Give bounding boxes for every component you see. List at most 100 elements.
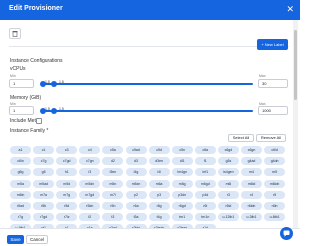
- include-metal-checkbox[interactable]: [36, 118, 42, 124]
- vcpu-min-input[interactable]: 1: [9, 79, 34, 88]
- instance-family-chip[interactable]: g3s: [217, 157, 239, 166]
- instance-family-chip[interactable]: h1: [56, 168, 78, 177]
- cancel-button[interactable]: Cancel: [26, 235, 48, 244]
- instance-family-chip[interactable]: r6in: [264, 202, 286, 210]
- vcpu-slider-track[interactable]: [40, 81, 253, 87]
- instance-family-chip[interactable]: m6idn: [264, 179, 286, 188]
- instance-family-chip[interactable]: r6id: [217, 202, 239, 210]
- instance-family-chip[interactable]: t2: [79, 213, 101, 222]
- instance-family-chip[interactable]: t3a: [125, 213, 147, 222]
- memory-slider-max-knob[interactable]: [51, 108, 57, 114]
- instance-family-chip[interactable]: p3dn: [171, 190, 193, 199]
- instance-family-chip[interactable]: c5n: [171, 146, 193, 154]
- instance-family-chip[interactable]: r5d: [56, 202, 78, 210]
- instance-family-chip[interactable]: m6g: [171, 179, 193, 188]
- instance-family-chip[interactable]: c7gd: [56, 157, 78, 166]
- instance-family-chip[interactable]: p3: [148, 190, 170, 199]
- instance-family-chip[interactable]: c6gn: [241, 146, 262, 154]
- instance-family-chip[interactable]: r6a: [125, 202, 147, 210]
- save-button[interactable]: Save: [7, 235, 24, 244]
- instance-family-chip[interactable]: i3en: [102, 168, 124, 177]
- instance-family-chip[interactable]: r5n: [102, 202, 124, 210]
- instance-family-chip[interactable]: u-3tb1: [241, 213, 262, 222]
- instance-family-chip[interactable]: c6in: [10, 157, 31, 166]
- instance-family-chip[interactable]: g4ad: [241, 157, 262, 166]
- instance-family-chip[interactable]: p2: [125, 190, 147, 199]
- instance-family-chip[interactable]: f1: [194, 157, 216, 166]
- instance-family-chip[interactable]: r3: [217, 190, 239, 199]
- instance-family-chip[interactable]: m7a: [33, 190, 55, 199]
- instance-family-chip[interactable]: m6in: [10, 190, 31, 199]
- instance-family-chip[interactable]: m6i: [217, 179, 239, 188]
- instance-family-chip[interactable]: a1: [10, 146, 31, 154]
- instance-family-chip[interactable]: r5dn: [79, 202, 101, 210]
- delete-button[interactable]: [9, 28, 21, 39]
- instance-family-chip[interactable]: g5: [33, 168, 55, 177]
- instance-family-chip[interactable]: i4i: [148, 168, 170, 177]
- instance-family-chip[interactable]: m5ad: [33, 179, 55, 188]
- instance-family-chip[interactable]: r6gd: [171, 202, 193, 210]
- scrollbar-thumb[interactable]: [294, 30, 297, 100]
- instance-family-chip[interactable]: m4: [241, 168, 262, 177]
- instance-family-chip[interactable]: trn1: [171, 213, 193, 222]
- memory-max-input[interactable]: 1000: [258, 106, 288, 115]
- instance-family-chip[interactable]: m7g: [56, 190, 78, 199]
- instance-family-chip[interactable]: r6i: [194, 202, 216, 210]
- instance-family-chip[interactable]: c5a: [102, 146, 124, 154]
- remove-all-button[interactable]: Remove All: [256, 134, 286, 142]
- select-all-button[interactable]: Select All: [228, 134, 254, 142]
- instance-family-chip[interactable]: m5n: [102, 179, 124, 188]
- instance-family-chip[interactable]: c1: [33, 146, 55, 154]
- instance-family-chip[interactable]: dl1: [171, 157, 193, 166]
- instance-family-chip[interactable]: r5ad: [10, 202, 31, 210]
- chat-button[interactable]: [280, 227, 293, 240]
- instance-family-chip[interactable]: m6id: [241, 179, 262, 188]
- instance-family-chip[interactable]: m7i: [102, 190, 124, 199]
- instance-family-chip[interactable]: r7gd: [33, 213, 55, 222]
- memory-min-input[interactable]: 1: [9, 106, 34, 115]
- instance-family-chip[interactable]: i4g: [125, 168, 147, 177]
- instance-family-chip[interactable]: r4: [241, 190, 262, 199]
- instance-family-chip[interactable]: c6gd: [217, 146, 239, 154]
- instance-family-chip[interactable]: g4dn: [264, 157, 286, 166]
- instance-family-chip[interactable]: d3: [125, 157, 147, 166]
- instance-family-chip[interactable]: m6a: [148, 179, 170, 188]
- instance-family-chip[interactable]: inf1: [194, 168, 216, 177]
- instance-family-chip[interactable]: m5zn: [125, 179, 147, 188]
- instance-family-chip[interactable]: r5b: [33, 202, 55, 210]
- instance-family-chip[interactable]: r6g: [148, 202, 170, 210]
- instance-family-chip[interactable]: c5d: [148, 146, 170, 154]
- instance-family-chip[interactable]: c4: [79, 146, 101, 154]
- instance-family-chip[interactable]: g5g: [10, 168, 31, 177]
- instance-family-chip[interactable]: m5d: [56, 179, 78, 188]
- instance-family-chip[interactable]: r7g: [10, 213, 31, 222]
- vcpu-max-input[interactable]: 30: [258, 79, 288, 88]
- instance-family-chip[interactable]: r7iz: [56, 213, 78, 222]
- memory-slider-track[interactable]: [40, 108, 253, 114]
- scrollbar[interactable]: [293, 20, 298, 228]
- instance-family-chip[interactable]: p4d: [194, 190, 216, 199]
- instance-family-chip[interactable]: t3: [102, 213, 124, 222]
- instance-family-chip[interactable]: d2: [102, 157, 124, 166]
- instance-family-chip[interactable]: m5dn: [79, 179, 101, 188]
- instance-family-chip[interactable]: c6id: [264, 146, 286, 154]
- instance-family-chip[interactable]: c7g: [33, 157, 55, 166]
- instance-family-chip[interactable]: c7gn: [79, 157, 101, 166]
- instance-family-chip[interactable]: trn1n: [194, 213, 216, 222]
- instance-family-chip[interactable]: i3: [79, 168, 101, 177]
- instance-family-chip[interactable]: d3en: [148, 157, 170, 166]
- instance-family-chip[interactable]: im4gn: [171, 168, 193, 177]
- instance-family-chip[interactable]: u-6tb1: [264, 213, 286, 222]
- vcpu-slider-max-knob[interactable]: [51, 81, 57, 87]
- instance-family-chip[interactable]: m6gd: [194, 179, 216, 188]
- close-icon[interactable]: ✕: [286, 3, 294, 15]
- instance-family-chip[interactable]: t4g: [148, 213, 170, 222]
- instance-family-chip[interactable]: c5ad: [125, 146, 147, 154]
- instance-family-chip[interactable]: m5a: [10, 179, 31, 188]
- new-label-button[interactable]: + New Label: [257, 39, 288, 50]
- instance-family-chip[interactable]: m5: [264, 168, 286, 177]
- instance-family-chip[interactable]: r6idn: [241, 202, 262, 210]
- instance-family-chip[interactable]: c3: [56, 146, 78, 154]
- instance-family-chip[interactable]: u-12tb1: [217, 213, 239, 222]
- instance-family-chip[interactable]: c6a: [194, 146, 216, 154]
